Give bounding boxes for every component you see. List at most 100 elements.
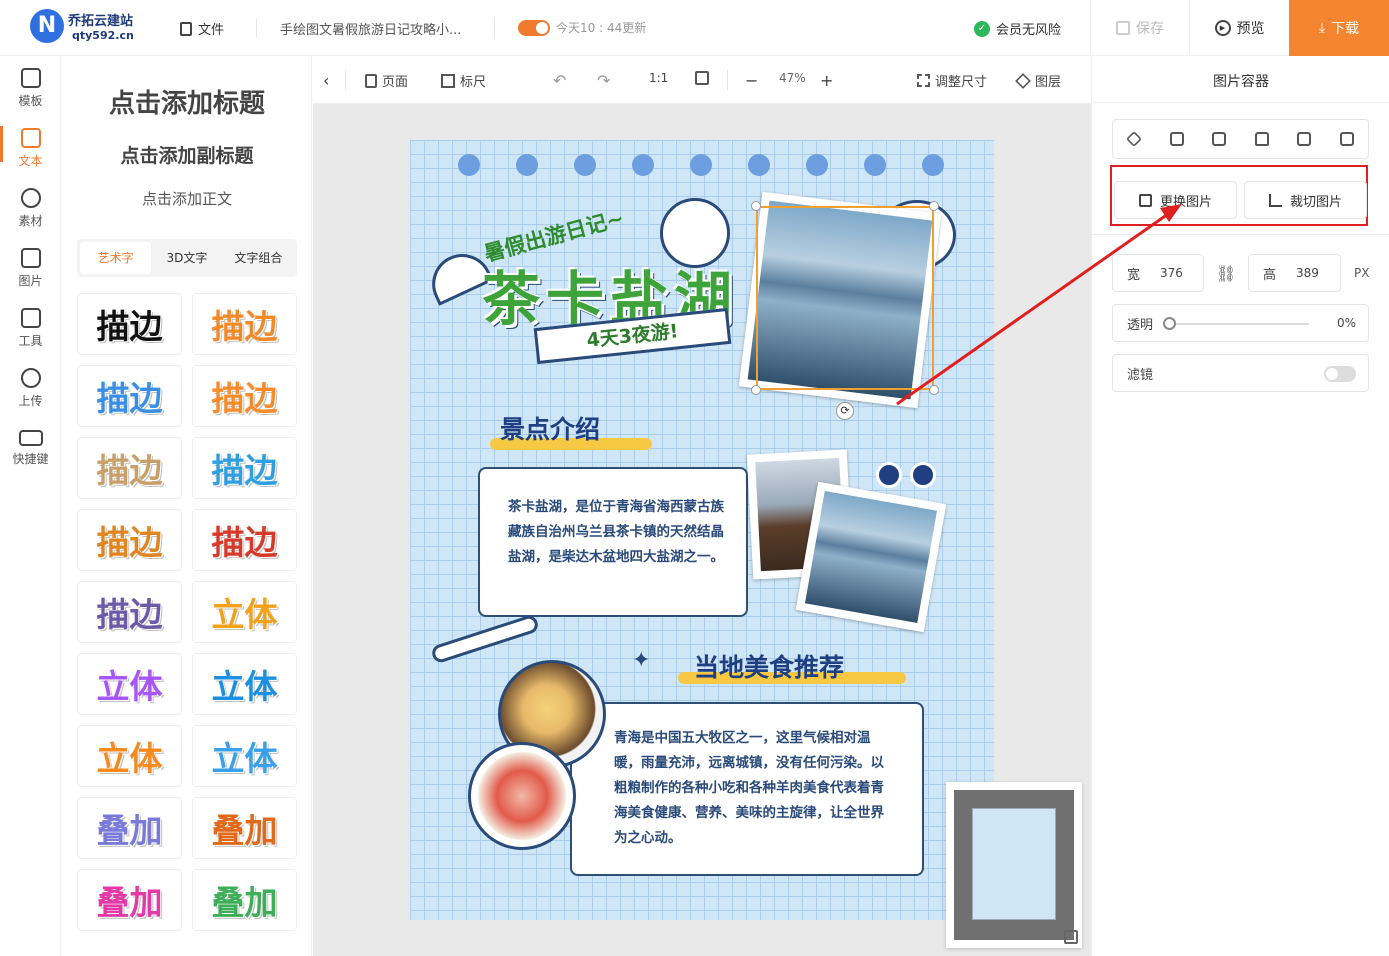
art-text-tile[interactable]: 描边: [77, 365, 182, 427]
art-text-tile[interactable]: 立体: [192, 653, 297, 715]
poster-canvas[interactable]: 暑假出游日记~ 茶卡盐湖 4天3夜游! ⟳ 景点介绍 茶卡盐湖，是位于青海省海西…: [410, 140, 994, 920]
art-text-tile[interactable]: 立体: [192, 725, 297, 787]
fruit-plate-photo[interactable]: [468, 742, 576, 850]
opacity-field[interactable]: 透明 0%: [1112, 304, 1369, 342]
tab-3d-text[interactable]: 3D文字: [151, 242, 222, 274]
minimap[interactable]: [946, 782, 1082, 948]
nav-tools[interactable]: 工具: [0, 308, 61, 349]
art-text-tile[interactable]: 叠加: [77, 797, 182, 859]
layers-label: 图层: [1035, 75, 1062, 90]
selection-box[interactable]: [756, 206, 934, 390]
crop-image-button[interactable]: 裁切图片: [1244, 181, 1367, 219]
file-menu[interactable]: 文件: [180, 19, 224, 38]
preview-button[interactable]: ▶ 预览: [1189, 0, 1289, 56]
art-text-tile[interactable]: 描边: [77, 509, 182, 571]
opacity-label: 透明: [1127, 317, 1154, 333]
add-title-button[interactable]: 点击添加标题: [62, 83, 312, 120]
fit-screen-button[interactable]: [695, 71, 709, 85]
nav-material[interactable]: 素材: [0, 188, 61, 229]
art-text-tile[interactable]: 描边: [77, 437, 182, 499]
section1-heading[interactable]: 景点介绍: [500, 410, 600, 446]
autosave-text: 今天10 : 44更新: [556, 21, 647, 35]
add-subtitle-button[interactable]: 点击添加副标题: [62, 141, 312, 168]
section1-textbox[interactable]: 茶卡盐湖，是位于青海省海西蒙古族藏族自治州乌兰县茶卡镇的天然结晶盐湖，是柴达木盆…: [478, 467, 748, 617]
art-text-tile[interactable]: 立体: [192, 581, 297, 643]
layer-order-icon[interactable]: [1126, 131, 1143, 147]
lock-icon[interactable]: [1254, 132, 1269, 146]
replace-image-button[interactable]: 更换图片: [1114, 181, 1237, 219]
redo-button[interactable]: ↷: [597, 71, 610, 90]
undo-button[interactable]: ↶: [553, 71, 566, 90]
ratio-button[interactable]: 1:1: [649, 71, 668, 85]
width-field[interactable]: 宽 376: [1112, 254, 1204, 292]
art-text-tile[interactable]: 描边: [192, 365, 297, 427]
left-nav: 模板 文本 素材 图片 工具 上传 快捷键: [0, 56, 61, 956]
layers-button[interactable]: 图层: [1015, 71, 1062, 90]
nav-label: 图片: [18, 274, 43, 288]
height-value: 389: [1296, 266, 1319, 280]
art-text-tile[interactable]: 描边: [77, 293, 182, 355]
download-button[interactable]: ⤓ 下载: [1289, 0, 1389, 56]
art-text-tile[interactable]: 立体: [77, 725, 182, 787]
properties-panel: 图片容器 更换图片 裁切图片 宽 376 ⛓ 高 389 PX 透明 0% 滤镜: [1091, 56, 1389, 956]
airplane-illustration[interactable]: [429, 613, 541, 665]
resize-handle[interactable]: [751, 385, 761, 395]
resize-handle[interactable]: [929, 201, 939, 211]
nav-text[interactable]: 文本: [0, 128, 61, 169]
resize-handle[interactable]: [929, 385, 939, 395]
page-button[interactable]: 页面: [365, 71, 408, 90]
document-title[interactable]: 手绘图文暑假旅游日记攻略小...: [280, 19, 461, 38]
collapse-panel-button[interactable]: ‹: [323, 71, 329, 90]
height-field[interactable]: 高 389: [1248, 254, 1341, 292]
flip-icon[interactable]: [1212, 132, 1227, 146]
opacity-slider-thumb[interactable]: [1163, 317, 1176, 330]
minimap-expand-icon[interactable]: [1064, 930, 1078, 944]
duplicate-icon[interactable]: [1297, 132, 1312, 146]
binder-hole: [922, 154, 944, 176]
focus-icon[interactable]: [1169, 132, 1184, 146]
art-text-tile[interactable]: 描边: [192, 437, 297, 499]
member-badge[interactable]: ✓ 会员无风险: [974, 19, 1061, 38]
brand-logo[interactable]: N: [30, 9, 64, 43]
tab-art-text[interactable]: 艺术字: [80, 242, 152, 274]
section2-textbox[interactable]: 青海是中国五大牧区之一，这里气候相对温暖，雨量充沛，远离城镇，没有任何污染。以粗…: [570, 702, 924, 876]
crop-icon: [1268, 193, 1282, 207]
nav-label: 工具: [18, 334, 43, 348]
upload-icon: [20, 368, 41, 388]
zoom-out-button[interactable]: −: [745, 71, 758, 90]
resize-handle[interactable]: [751, 201, 761, 211]
tab-text-combo[interactable]: 文字组合: [223, 242, 294, 274]
save-button[interactable]: 保存: [1090, 0, 1189, 56]
rotate-handle[interactable]: ⟳: [836, 402, 854, 420]
section2-heading[interactable]: 当地美食推荐: [694, 648, 844, 684]
lake-photo[interactable]: [795, 481, 947, 633]
nav-upload[interactable]: 上传: [0, 368, 61, 409]
sunglasses-illustration[interactable]: [876, 458, 942, 488]
art-text-tile[interactable]: 叠加: [192, 797, 297, 859]
autosave-toggle[interactable]: [518, 19, 550, 36]
nav-shortcuts[interactable]: 快捷键: [0, 430, 61, 467]
filter-toggle[interactable]: [1324, 366, 1356, 382]
art-text-tile[interactable]: 立体: [77, 653, 182, 715]
nav-template[interactable]: 模板: [0, 68, 61, 109]
trash-icon[interactable]: [1339, 132, 1354, 146]
opacity-slider-track[interactable]: [1169, 323, 1309, 325]
canvas-toolbar: ‹ 页面 标尺 ↶ ↷ 1:1 − 47% + 调整尺寸 图层: [313, 56, 1091, 104]
art-text-tile[interactable]: 叠加: [192, 869, 297, 931]
crop-label: 裁切图片: [1289, 194, 1342, 210]
zoom-level[interactable]: 47%: [779, 71, 806, 85]
replace-label: 更换图片: [1159, 194, 1212, 210]
sparkle-icon: ✦: [632, 648, 651, 673]
art-text-tile[interactable]: 描边: [192, 509, 297, 571]
art-text-tile[interactable]: 描边: [77, 581, 182, 643]
add-body-button[interactable]: 点击添加正文: [62, 188, 312, 209]
art-text-tile[interactable]: 叠加: [77, 869, 182, 931]
zoom-in-button[interactable]: +: [820, 71, 833, 90]
link-ratio-icon[interactable]: ⛓: [1216, 264, 1236, 283]
nav-image[interactable]: 图片: [0, 248, 61, 289]
ribbon-text: 4天3夜游!: [585, 320, 680, 352]
filter-field[interactable]: 滤镜: [1112, 354, 1369, 392]
ruler-button[interactable]: 标尺: [441, 71, 486, 90]
resize-button[interactable]: 调整尺寸: [917, 71, 987, 90]
art-text-tile[interactable]: 描边: [192, 293, 297, 355]
